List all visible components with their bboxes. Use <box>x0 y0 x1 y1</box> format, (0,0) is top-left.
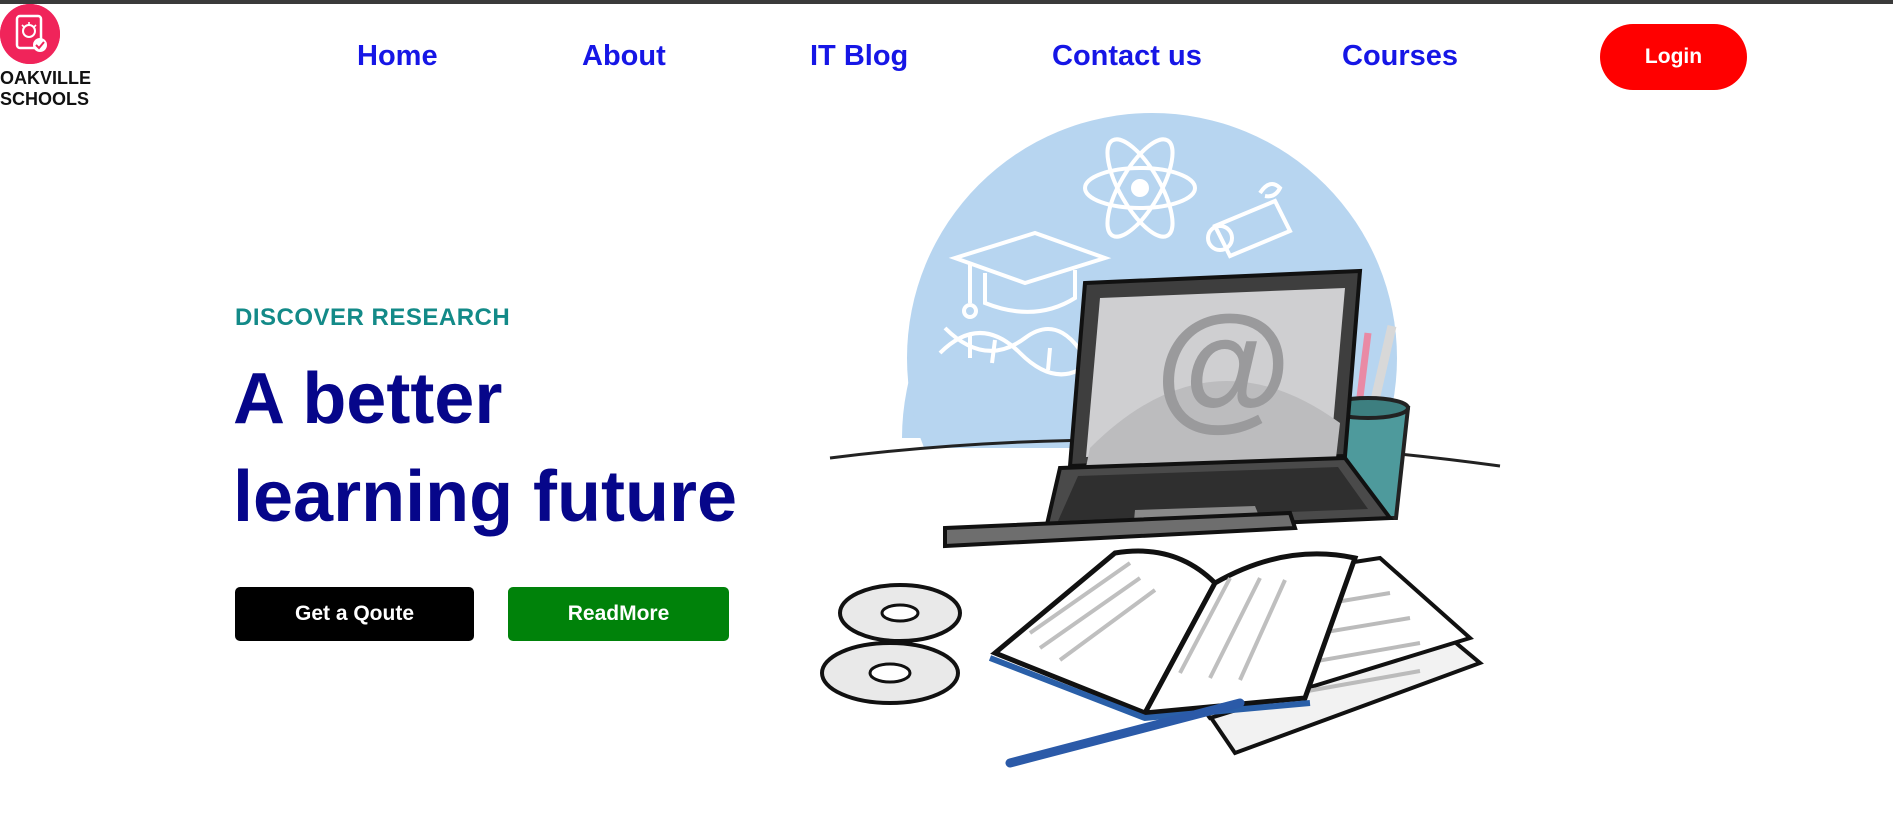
open-book-icon <box>988 548 1359 722</box>
read-more-button[interactable]: ReadMore <box>508 587 729 641</box>
education-illustration: @ <box>820 108 1520 826</box>
nav-link-contact-us[interactable]: Contact us <box>1052 36 1202 76</box>
nav-link-courses[interactable]: Courses <box>1342 36 1458 76</box>
nav-link-it-blog[interactable]: IT Blog <box>810 36 908 76</box>
laptop-screen-symbol: @ <box>1155 286 1292 443</box>
cd-discs-icon <box>820 583 962 705</box>
login-button[interactable]: Login <box>1600 24 1747 90</box>
main-nav: Home About IT Blog Contact us Courses Lo… <box>0 0 1893 110</box>
hero-headline: A better learning future <box>233 359 738 537</box>
nav-link-home[interactable]: Home <box>357 36 438 76</box>
page: OAKVILLE SCHOOLS Home About IT Blog Cont… <box>0 0 1893 826</box>
hero-eyebrow: DISCOVER RESEARCH <box>235 304 511 331</box>
nav-link-about[interactable]: About <box>582 36 666 76</box>
get-a-quote-button[interactable]: Get a Qoute <box>235 587 474 641</box>
